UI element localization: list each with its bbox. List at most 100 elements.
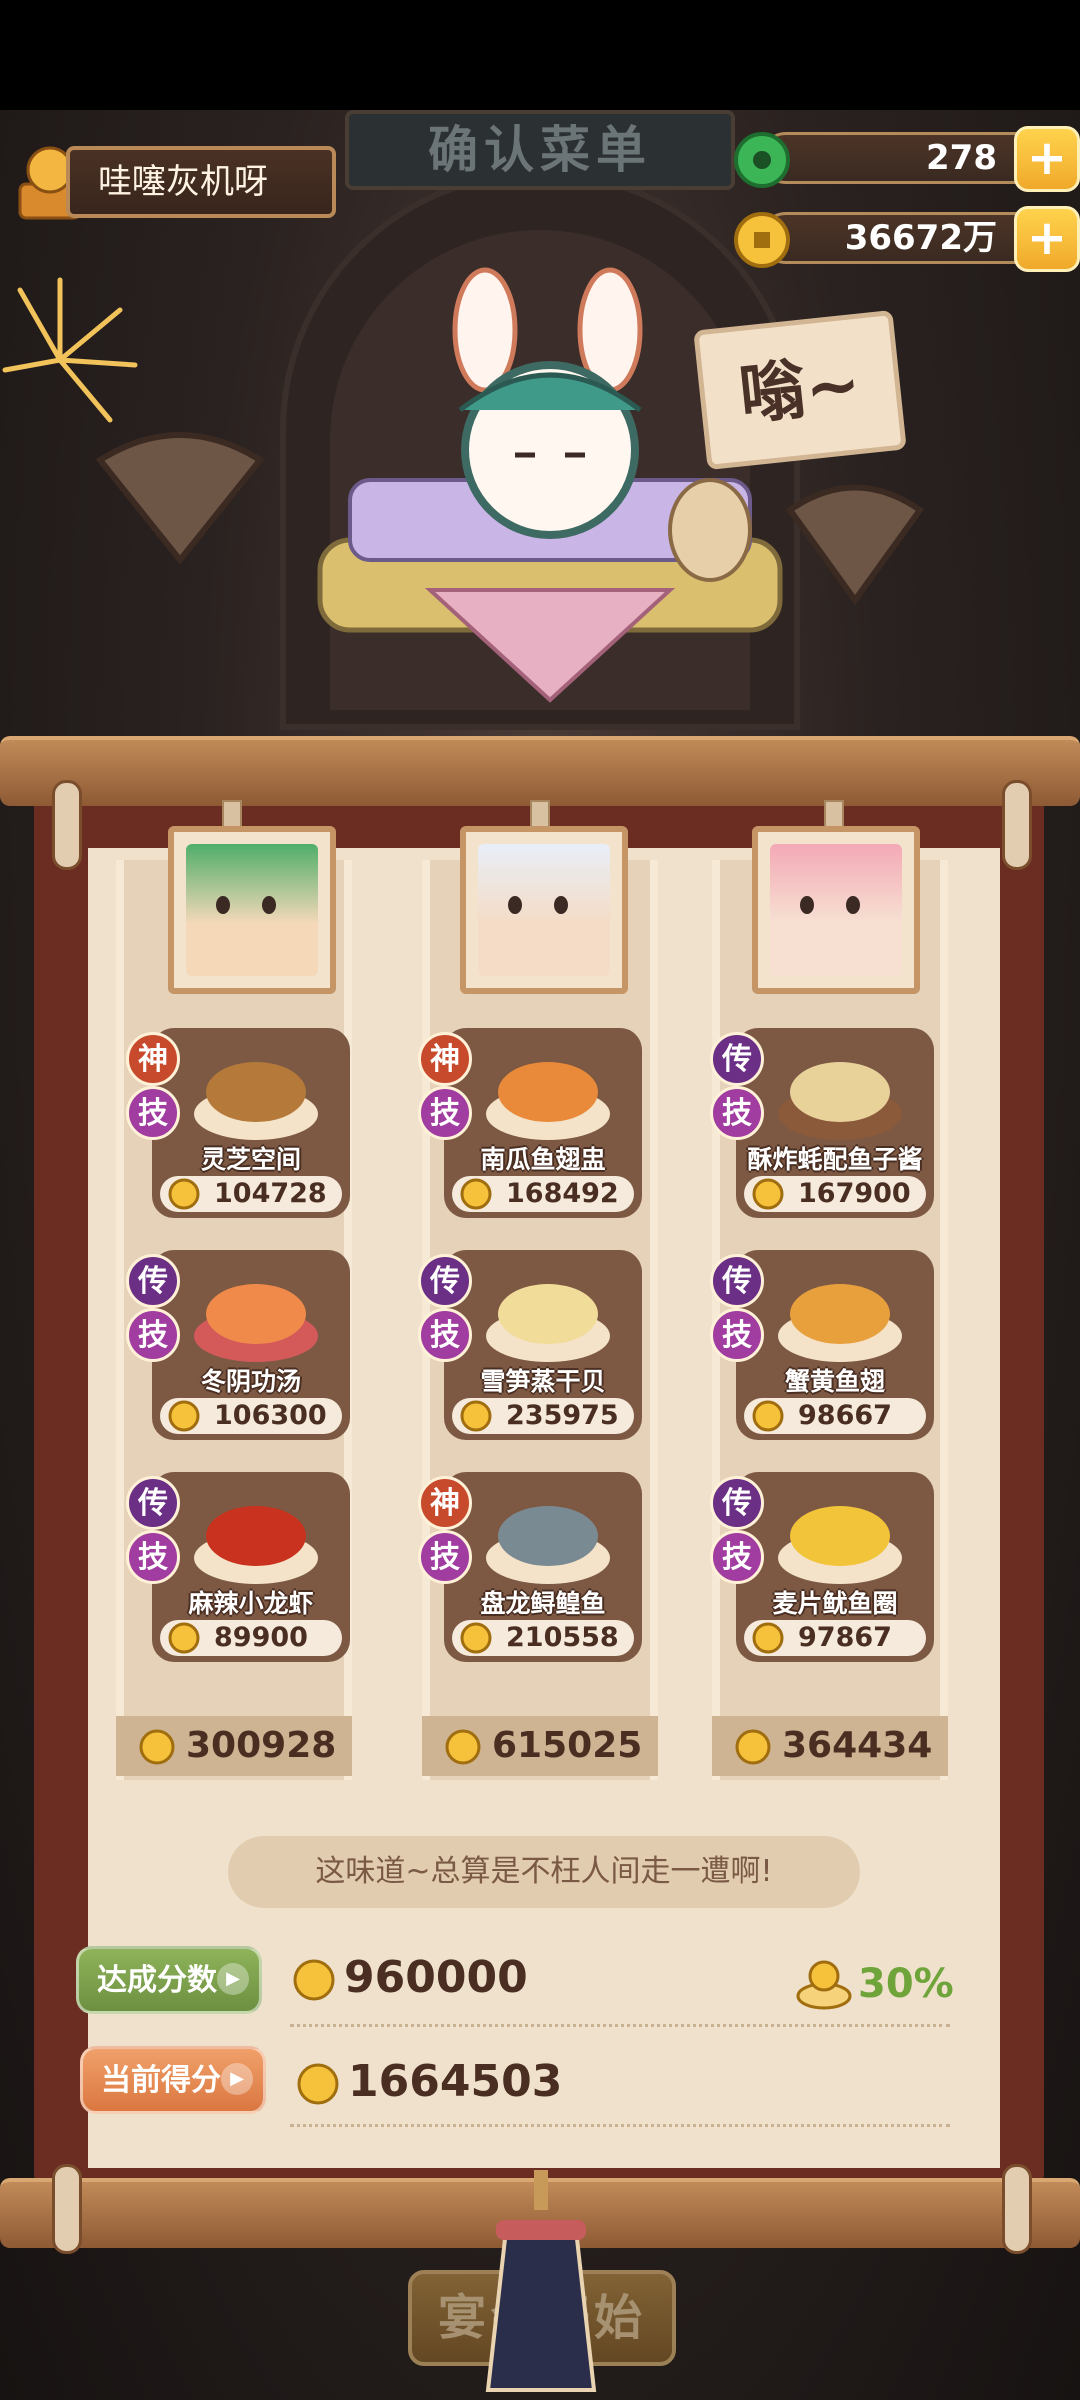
target-label-text: 达成分数 [97,1963,217,1998]
dish-art [194,1506,318,1584]
chef-eyes [800,896,860,914]
coin-icon [139,1729,175,1765]
dish-card[interactable]: 酥炸蚝配鱼子酱 167900 [736,1028,934,1218]
dish-card[interactable]: 灵芝空间 104728 [152,1028,350,1218]
chef-portrait-1[interactable] [168,826,336,994]
coin-pile-icon [796,1960,852,2010]
coin-icon [168,1178,200,1210]
dish-score: 97867 [744,1620,926,1656]
coin-icon [460,1622,492,1654]
chef-eyes [508,896,568,914]
fan-right-icon [785,484,925,606]
skill-badge: 技 [710,1308,764,1362]
coin-icon [752,1178,784,1210]
dish-score: 210558 [452,1620,634,1656]
dish-score: 104728 [160,1176,342,1212]
skill-badge: 技 [126,1308,180,1362]
dish-name: 酥炸蚝配鱼子酱 [747,1145,923,1174]
rarity-badge: 传 [710,1254,764,1308]
dish-card[interactable]: 蟹黄鱼翅 98667 [736,1250,934,1440]
column-total: 615025 [422,1716,658,1776]
dish-art [486,1284,610,1362]
add-jade-button[interactable]: + [1014,126,1080,192]
coin-icon [168,1400,200,1432]
dish-score-value: 235975 [506,1400,619,1431]
skill-badge: 技 [418,1308,472,1362]
dish-art [486,1062,610,1140]
dish-card[interactable]: 冬阴功汤 106300 [152,1250,350,1440]
player-info[interactable]: 哇噻灰机呀 [10,140,336,224]
bonus-rate: 30% [794,1954,954,2014]
dish-name: 南瓜鱼翅盅 [480,1145,606,1174]
dish-name: 盘龙鲟鳇鱼 [480,1589,606,1618]
dish-score: 168492 [452,1176,634,1212]
rarity-badge: 神 [418,1032,472,1086]
bonus-rate-value: 30% [858,1961,954,2007]
rarity-badge: 传 [126,1476,180,1530]
chef-portrait-2[interactable] [460,826,628,994]
current-label-text: 当前得分 [101,2063,221,2098]
jade-icon [734,132,790,188]
jade-currency: 278 + [730,126,1080,192]
dish-art [778,1506,902,1584]
current-score-label: 当前得分 ▶ [80,2046,266,2114]
chef-portrait-3[interactable] [752,826,920,994]
scroll-knob [52,780,82,870]
dish-score: 167900 [744,1176,926,1212]
rarity-badge: 神 [126,1032,180,1086]
gold-coin-icon [734,212,790,268]
gold-currency: 36672万 + [730,206,1080,272]
coin-icon [460,1400,492,1432]
dish-art [486,1506,610,1584]
column-total-value: 300928 [186,1725,337,1766]
scroll-rod-top [0,736,1080,806]
scroll-knob [52,2164,82,2254]
dish-card[interactable]: 麻辣小龙虾 89900 [152,1472,350,1662]
coin-icon [460,1178,492,1210]
dish-score-value: 98667 [798,1400,892,1431]
add-gold-button[interactable]: + [1014,206,1080,272]
coin-icon [293,1959,335,2001]
chef-eyes [216,896,276,914]
speech-bubble: 嗡~ [693,309,907,471]
divider [290,2024,950,2027]
dish-score-value: 210558 [506,1622,619,1653]
coin-icon [752,1622,784,1654]
dish-card[interactable]: 盘龙鲟鳇鱼 210558 [444,1472,642,1662]
current-score: 1664503 [296,2056,616,2116]
target-score-value: 960000 [344,1952,528,2003]
target-score-label: 达成分数 ▶ [76,1946,262,2014]
dish-score-value: 167900 [798,1178,911,1209]
column-total: 300928 [116,1716,352,1776]
dish-score: 89900 [160,1620,342,1656]
dish-name: 灵芝空间 [200,1145,301,1174]
arrow-right-icon: ▶ [221,2063,253,2095]
dish-card[interactable]: 南瓜鱼翅盅 168492 [444,1028,642,1218]
dish-name: 麻辣小龙虾 [188,1589,314,1618]
column-total-value: 364434 [782,1725,933,1766]
dish-art [194,1062,318,1140]
scroll-knob [1002,2164,1032,2254]
firework-icon [2,277,138,423]
coin-icon [735,1729,771,1765]
chef-quote: 这味道~总算是不枉人间走一遭啊! [228,1836,860,1908]
coin-icon [297,2063,339,2105]
game-scene: 确认菜单 嗡~ 哇噻灰机呀 278 + 36672万 + 灵芝空间 104728… [0,0,1080,2400]
dish-score-value: 89900 [214,1622,308,1653]
column-total: 364434 [712,1716,948,1776]
skill-badge: 技 [710,1086,764,1140]
dish-card[interactable]: 麦片鱿鱼圈 97867 [736,1472,934,1662]
dish-score-value: 106300 [214,1400,327,1431]
skill-badge: 技 [126,1086,180,1140]
dish-name: 麦片鱿鱼圈 [772,1589,898,1618]
arrow-right-icon: ▶ [217,1963,249,1995]
target-score: 960000 [292,1952,592,2012]
fan-left-icon [95,432,265,565]
dish-score-value: 104728 [214,1178,327,1209]
dish-card[interactable]: 雪笋蒸干贝 235975 [444,1250,642,1440]
dish-art [194,1284,318,1362]
status-bar-area [0,0,1080,110]
dish-score: 106300 [160,1398,342,1434]
dish-score-value: 168492 [506,1178,619,1209]
column-total-value: 615025 [492,1725,643,1766]
